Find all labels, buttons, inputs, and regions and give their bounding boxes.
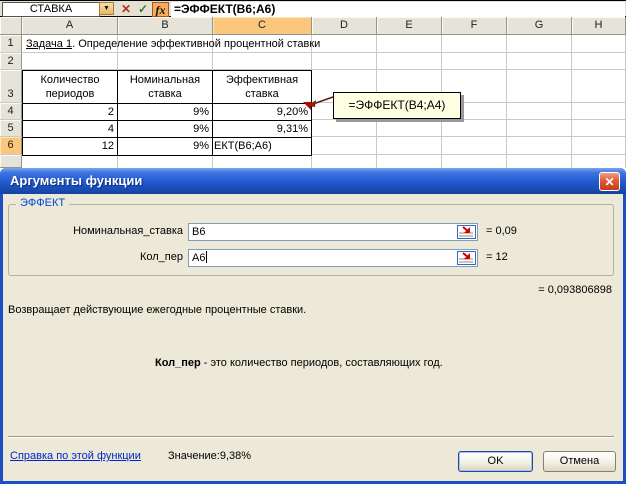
- cell-a1-task-label: Задача 1: [26, 38, 72, 50]
- cell-c3[interactable]: Эффективная ставка: [213, 71, 312, 104]
- column-header-f[interactable]: F: [442, 17, 507, 35]
- collapse-dialog-icon[interactable]: [457, 225, 476, 239]
- rates-table: Количество периодов Номинальная ставка Э…: [22, 70, 312, 156]
- row-header-6[interactable]: 6: [0, 137, 22, 155]
- cell-a1[interactable]: Задача 1. Определение эффективной процен…: [26, 38, 320, 50]
- dialog-body: ЭФФЕКТ Номинальная_ставка B6 = 0,09 Кол_…: [3, 194, 623, 481]
- value-label: Значение:: [168, 450, 220, 462]
- column-header-a[interactable]: A: [22, 17, 118, 35]
- formula-bar: СТАВКА ▼ ✕ ✓ fx =ЭФФЕКТ(B6;A6): [0, 0, 626, 17]
- cancel-button[interactable]: Отмена: [543, 451, 616, 472]
- column-header-c[interactable]: C: [213, 17, 312, 35]
- cell-a6[interactable]: 12: [23, 138, 118, 156]
- nominal-rate-label: Номинальная_ставка: [8, 225, 183, 237]
- column-header-d[interactable]: D: [312, 17, 377, 35]
- cell-a3[interactable]: Количество периодов: [23, 71, 118, 104]
- cell-c6-editing[interactable]: ЕКТ(B6;A6): [213, 138, 312, 156]
- insert-function-icon[interactable]: fx: [152, 2, 169, 17]
- periods-input[interactable]: A6: [188, 249, 478, 267]
- formula-result-value: = 0,093806898: [303, 284, 612, 296]
- argument-help: Кол_пер - это количество периодов, соста…: [155, 357, 443, 369]
- cell-b3[interactable]: Номинальная ставка: [118, 71, 213, 104]
- periods-value: A6: [192, 252, 205, 264]
- cell-a4[interactable]: 2: [23, 104, 118, 121]
- excel-window: СТАВКА ▼ ✕ ✓ fx =ЭФФЕКТ(B6;A6) A B C D E…: [0, 0, 626, 484]
- cell-a1-rest: . Определение эффективной процентной ста…: [72, 38, 320, 50]
- periods-label: Кол_пер: [8, 251, 183, 263]
- row-header-1[interactable]: 1: [0, 35, 22, 53]
- help-link[interactable]: Справка по этой функции: [10, 450, 141, 462]
- enter-entry-icon[interactable]: ✓: [135, 1, 151, 17]
- cell-b5[interactable]: 9%: [118, 121, 213, 138]
- select-all-corner[interactable]: [0, 17, 22, 35]
- row-header-3[interactable]: 3: [0, 70, 22, 103]
- function-description: Возвращает действующие ежегодные процент…: [8, 304, 306, 316]
- column-header-g[interactable]: G: [507, 17, 572, 35]
- row-header-5[interactable]: 5: [0, 120, 22, 137]
- row-header-4[interactable]: 4: [0, 103, 22, 120]
- cancel-entry-icon[interactable]: ✕: [118, 1, 134, 17]
- row-header-7[interactable]: [0, 155, 22, 168]
- comment-tooltip: =ЭФФЕКТ(B4;A4): [333, 92, 461, 119]
- cell-b4[interactable]: 9%: [118, 104, 213, 121]
- ok-button[interactable]: OK: [458, 451, 533, 472]
- value-text: 9,38%: [220, 450, 251, 462]
- text-caret: [206, 251, 207, 263]
- close-icon[interactable]: ✕: [599, 172, 620, 191]
- column-header-e[interactable]: E: [377, 17, 442, 35]
- name-box[interactable]: СТАВКА: [2, 2, 100, 17]
- formula-input[interactable]: =ЭФФЕКТ(B6;A6): [171, 2, 625, 17]
- cell-c4[interactable]: 9,20%: [213, 104, 312, 121]
- name-box-dropdown-icon[interactable]: ▼: [99, 2, 114, 15]
- row-header-2[interactable]: 2: [0, 53, 22, 70]
- argument-term: Кол_пер: [155, 357, 201, 369]
- cell-c5[interactable]: 9,31%: [213, 121, 312, 138]
- cell-b6[interactable]: 9%: [118, 138, 213, 156]
- separator: [8, 436, 614, 438]
- argument-text: - это количество периодов, составляющих …: [201, 357, 443, 369]
- column-header-b[interactable]: B: [118, 17, 213, 35]
- function-name-label: ЭФФЕКТ: [16, 197, 69, 209]
- dialog-titlebar[interactable]: Аргументы функции: [0, 168, 626, 194]
- function-arguments-dialog: Аргументы функции ✕ ЭФФЕКТ Номинальная_с…: [0, 168, 626, 484]
- periods-result: = 12: [486, 251, 508, 263]
- column-header-h[interactable]: H: [572, 17, 626, 35]
- collapse-dialog-icon[interactable]: [457, 251, 476, 265]
- cell-a5[interactable]: 4: [23, 121, 118, 138]
- nominal-rate-input[interactable]: B6: [188, 223, 478, 241]
- nominal-rate-result: = 0,09: [486, 225, 517, 237]
- value-line: Значение:9,38%: [168, 450, 251, 462]
- nominal-rate-value: B6: [192, 226, 205, 238]
